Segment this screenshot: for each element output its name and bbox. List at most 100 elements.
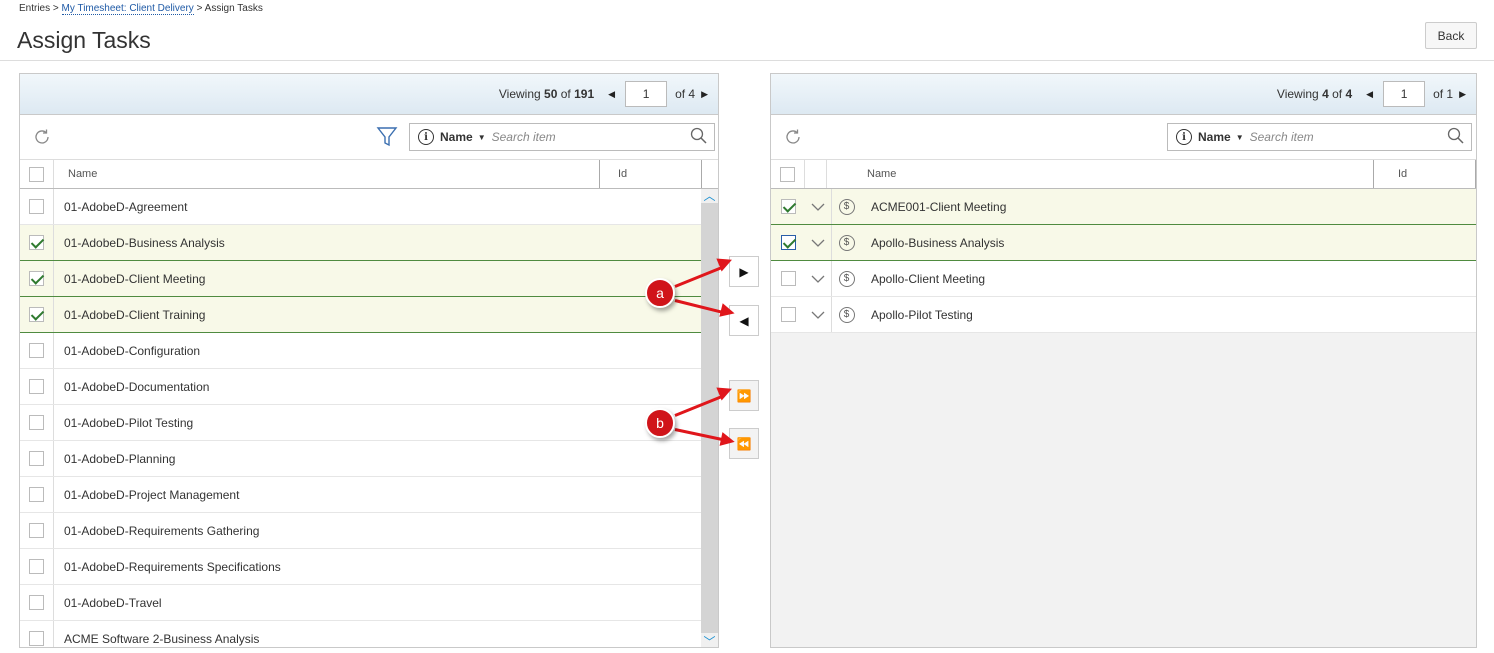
row-checkbox[interactable]: [780, 199, 796, 214]
available-tasks-panel: Viewing 50 of 191 ◀ 1 of 4 ▶ i Name ▼ Se…: [19, 73, 719, 648]
search-input[interactable]: Search item: [492, 130, 690, 144]
search-field-select[interactable]: Name: [440, 130, 473, 144]
scroll-up-icon[interactable]: ︿: [703, 190, 716, 202]
list-item[interactable]: 01-AdobeD-Project Management: [20, 477, 702, 513]
select-all-checkbox[interactable]: [29, 166, 44, 182]
chevron-down-icon[interactable]: ▼: [1236, 133, 1244, 142]
list-item[interactable]: 01-AdobeD-Client Meeting: [20, 261, 702, 297]
task-name: 01-AdobeD-Agreement: [64, 199, 188, 214]
list-item[interactable]: 01-AdobeD-Agreement: [20, 189, 702, 225]
page-title: Assign Tasks: [17, 27, 151, 53]
list-item[interactable]: 01-AdobeD-Travel: [20, 585, 702, 621]
row-checkbox[interactable]: [29, 235, 44, 250]
chevron-down-icon[interactable]: [805, 238, 831, 248]
viewing-label: Viewing: [498, 87, 541, 101]
next-page-icon[interactable]: ▶: [1459, 89, 1466, 100]
list-item[interactable]: $ Apollo-Pilot Testing: [771, 297, 1476, 333]
row-checkbox[interactable]: [29, 523, 44, 538]
breadcrumb-root[interactable]: Entries: [19, 3, 50, 14]
list-item[interactable]: 01-AdobeD-Documentation: [20, 369, 702, 405]
filter-icon[interactable]: [376, 125, 398, 149]
list-item[interactable]: 01-AdobeD-Planning: [20, 441, 702, 477]
list-item[interactable]: 01-AdobeD-Pilot Testing: [20, 405, 702, 441]
annotation-arrowhead: [719, 432, 737, 449]
row-checkbox[interactable]: [29, 415, 44, 430]
info-icon[interactable]: i: [1176, 129, 1192, 145]
row-checkbox[interactable]: [29, 307, 44, 322]
back-button[interactable]: Back: [1425, 22, 1477, 49]
page-count: of 1: [1433, 87, 1454, 101]
row-checkbox[interactable]: [780, 271, 796, 286]
row-checkbox-cell: [20, 549, 54, 584]
list-item[interactable]: 01-AdobeD-Requirements Gathering: [20, 513, 702, 549]
row-checkbox[interactable]: [29, 631, 44, 646]
row-checkbox[interactable]: [29, 343, 44, 358]
left-search-box[interactable]: i Name ▼ Search item: [409, 123, 715, 151]
row-checkbox-cell: [20, 261, 54, 296]
viewing-of: of: [560, 87, 571, 101]
chevron-down-icon[interactable]: [805, 202, 831, 212]
viewing-count: 50: [544, 87, 558, 101]
select-all-cell: [20, 160, 54, 188]
row-checkbox-cell: [771, 189, 805, 224]
scroll-down-icon[interactable]: ﹀: [703, 636, 716, 647]
refresh-icon[interactable]: [32, 127, 52, 147]
list-item[interactable]: 01-AdobeD-Business Analysis: [20, 225, 702, 261]
search-field-select[interactable]: Name: [1198, 130, 1231, 144]
dollar-icon: $: [838, 234, 855, 251]
right-toolbar: i Name ▼ Search item: [771, 115, 1476, 159]
row-checkbox[interactable]: [29, 271, 44, 286]
row-checkbox[interactable]: [29, 379, 44, 394]
list-item[interactable]: $ Apollo-Business Analysis: [771, 225, 1476, 261]
move-right-button[interactable]: ▶: [729, 256, 759, 287]
list-item[interactable]: 01-AdobeD-Requirements Specifications: [20, 549, 702, 585]
row-checkbox[interactable]: [29, 559, 44, 574]
list-item[interactable]: ACME Software 2-Business Analysis: [20, 621, 702, 647]
column-header-id[interactable]: Id: [600, 160, 702, 188]
column-header-id[interactable]: Id: [1374, 160, 1476, 188]
list-item[interactable]: $ ACME001-Client Meeting: [771, 189, 1476, 225]
select-all-checkbox[interactable]: [780, 166, 795, 182]
row-checkbox[interactable]: [29, 595, 44, 610]
next-page-icon[interactable]: ▶: [701, 89, 708, 100]
billable-cell: $: [831, 225, 861, 260]
chevron-down-icon[interactable]: ▼: [478, 133, 486, 142]
breadcrumb-current: Assign Tasks: [204, 3, 263, 14]
column-header-name[interactable]: Name: [54, 160, 600, 188]
search-icon[interactable]: [1447, 127, 1467, 148]
chevron-down-icon[interactable]: [805, 310, 831, 320]
task-name: Apollo-Business Analysis: [871, 235, 1005, 250]
row-checkbox-cell: [20, 513, 54, 548]
task-name: 01-AdobeD-Business Analysis: [64, 235, 225, 250]
list-item[interactable]: $ Apollo-Client Meeting: [771, 261, 1476, 297]
page-number-input[interactable]: 1: [1383, 81, 1426, 107]
left-pager: Viewing 50 of 191 ◀ 1 of 4 ▶: [20, 74, 718, 115]
page-number-input[interactable]: 1: [625, 81, 668, 107]
breadcrumb: Entries > My Timesheet: Client Delivery …: [19, 3, 263, 15]
row-checkbox[interactable]: [29, 451, 44, 466]
list-item[interactable]: 01-AdobeD-Client Training: [20, 297, 702, 333]
task-name: 01-AdobeD-Travel: [64, 595, 162, 610]
right-search-box[interactable]: i Name ▼ Search item: [1167, 123, 1472, 151]
list-item[interactable]: 01-AdobeD-Configuration: [20, 333, 702, 369]
row-checkbox[interactable]: [780, 307, 796, 322]
row-checkbox[interactable]: [29, 487, 44, 502]
row-checkbox-cell: [20, 585, 54, 620]
refresh-icon[interactable]: [783, 127, 803, 147]
search-input[interactable]: Search item: [1250, 130, 1447, 144]
viewing-total: 4: [1345, 87, 1353, 101]
row-checkbox-cell: [771, 261, 805, 296]
prev-page-icon[interactable]: ◀: [608, 89, 615, 100]
breadcrumb-separator: >: [50, 3, 62, 14]
column-header-name[interactable]: Name: [827, 160, 1374, 188]
breadcrumb-link-timesheet[interactable]: My Timesheet: Client Delivery: [61, 3, 194, 15]
right-task-list: $ ACME001-Client Meeting $ Apollo-Business …: [771, 189, 1476, 333]
search-icon[interactable]: [690, 127, 710, 148]
prev-page-icon[interactable]: ◀: [1366, 89, 1373, 100]
row-checkbox[interactable]: [29, 199, 44, 214]
info-icon[interactable]: i: [418, 129, 434, 145]
row-checkbox[interactable]: [780, 235, 796, 250]
row-checkbox-cell: [20, 369, 54, 404]
task-name: 01-AdobeD-Pilot Testing: [64, 415, 194, 430]
chevron-down-icon[interactable]: [805, 274, 831, 284]
